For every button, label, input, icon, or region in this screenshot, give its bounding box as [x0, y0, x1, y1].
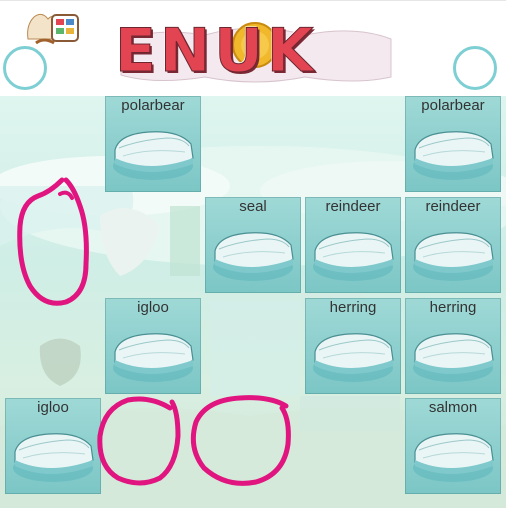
- ice-floe-icon: [313, 333, 394, 382]
- left-player-circle[interactable]: [3, 46, 47, 90]
- card-reindeer[interactable]: reindeer: [305, 197, 401, 293]
- right-player-circle[interactable]: [453, 46, 497, 90]
- empty-slot: [205, 298, 301, 394]
- card-label: reindeer: [325, 198, 381, 215]
- ice-floe-icon: [13, 433, 94, 482]
- header: ENUK: [0, 0, 506, 97]
- empty-slot: [205, 398, 301, 494]
- empty-slot: [205, 96, 301, 192]
- empty-slot: [5, 197, 101, 293]
- card-label: herring: [429, 299, 477, 316]
- ice-floe-icon: [413, 433, 494, 482]
- card-label: igloo: [37, 399, 69, 416]
- ice-floe-icon: [413, 131, 494, 180]
- card-herring[interactable]: herring: [305, 298, 401, 394]
- ice-floe-icon: [213, 232, 294, 281]
- game-screen: ENUK polarbear polarbear seal reindeer r…: [0, 0, 506, 508]
- ice-floe-icon: [413, 232, 494, 281]
- card-label: polarbear: [421, 97, 485, 114]
- card-label: reindeer: [425, 198, 481, 215]
- card-label: polarbear: [121, 97, 185, 114]
- card-igloo[interactable]: igloo: [5, 398, 101, 494]
- ice-floe-icon: [113, 333, 194, 382]
- card-salmon[interactable]: salmon: [405, 398, 501, 494]
- empty-slot: [105, 197, 201, 293]
- game-logo-icon: [27, 13, 79, 45]
- title-text: ENUK: [115, 16, 318, 87]
- ice-floe-icon: [113, 131, 194, 180]
- ice-floe-icon: [313, 232, 394, 281]
- card-seal[interactable]: seal: [205, 197, 301, 293]
- empty-slot: [105, 398, 201, 494]
- card-polarbear[interactable]: polarbear: [405, 96, 501, 192]
- card-label: seal: [239, 198, 267, 215]
- card-label: salmon: [428, 399, 478, 416]
- empty-slot: [5, 298, 101, 394]
- card-polarbear[interactable]: polarbear: [105, 96, 201, 192]
- empty-slot: [305, 96, 401, 192]
- empty-slot: [5, 96, 101, 192]
- card-label: igloo: [137, 299, 169, 316]
- card-label: herring: [329, 299, 377, 316]
- card-reindeer[interactable]: reindeer: [405, 197, 501, 293]
- ice-floe-icon: [413, 333, 494, 382]
- empty-slot: [305, 398, 401, 494]
- game-board: polarbear polarbear seal reindeer reinde…: [0, 96, 506, 508]
- card-igloo[interactable]: igloo: [105, 298, 201, 394]
- card-herring[interactable]: herring: [405, 298, 501, 394]
- game-title: ENUK: [115, 13, 395, 89]
